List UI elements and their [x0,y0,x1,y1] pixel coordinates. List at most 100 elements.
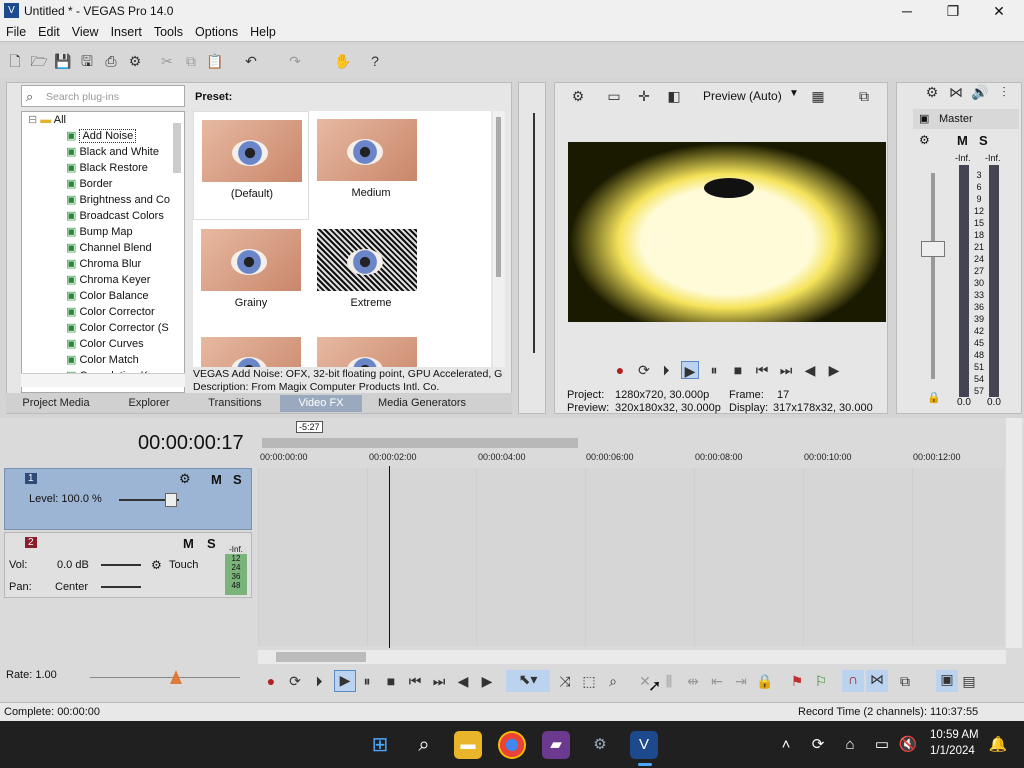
chrome-icon[interactable] [498,731,526,759]
display-icon[interactable]: ▭ [868,731,896,759]
menu-tools[interactable]: Tools [148,22,189,39]
paste-icon[interactable]: 📋 [206,52,224,70]
event-pan-crop-icon[interactable]: ▣ [936,670,958,692]
help-icon[interactable]: ? [366,52,384,70]
timeline-prev-frame-icon[interactable]: ◀ [454,672,472,690]
timeline-go-end-icon[interactable]: ⏭ [430,672,448,690]
next-frame-icon[interactable]: ▶ [825,361,843,379]
timeline-pause-icon[interactable]: ⏸ [358,672,376,690]
settings-gear-icon[interactable]: ⚙ [586,731,614,759]
preset-medium[interactable]: Medium [313,111,429,220]
pause-icon[interactable]: ⏸ [705,361,723,379]
windows-start-icon[interactable]: ⊞ [366,731,394,759]
preset-extreme[interactable]: Extreme [313,221,429,330]
tab-explorer[interactable]: Explorer [106,395,192,412]
new-file-icon[interactable]: 🗋 [6,52,24,70]
master-solo-button[interactable]: S [979,133,988,148]
copy-icon[interactable]: ⧉ [182,52,200,70]
menu-edit[interactable]: Edit [32,22,66,39]
master-mute-button[interactable]: M [957,133,968,148]
track2-solo-button[interactable]: S [207,536,216,551]
track2-vol-slider[interactable] [101,564,141,566]
trim-start-icon[interactable]: ⇤ [708,672,726,690]
clipchamp-icon[interactable]: ▰ [542,731,570,759]
overlay-icon[interactable]: ◧ [665,87,683,105]
track1-solo-button[interactable]: S [233,472,242,487]
mixer-icon[interactable]: ⫶ [995,83,1013,101]
network-icon[interactable]: ⌂ [836,731,864,759]
sync-icon[interactable]: ⟳ [804,731,832,759]
scroll-thumb[interactable] [276,652,366,662]
track2-mute-button[interactable]: M [183,536,194,551]
trim-end-icon[interactable]: ⇥ [732,672,750,690]
external-monitor-icon[interactable]: ▭ [605,87,623,105]
play-from-start-icon[interactable]: ⏵ [657,361,675,379]
track-lanes[interactable] [258,468,1004,646]
plugin-item[interactable]: ▣ Color Match [22,352,184,368]
plugin-item[interactable]: ▣ Broadcast Colors [22,208,184,224]
split-screen-icon[interactable]: ✛ [635,87,653,105]
tree-hscrollbar[interactable] [21,373,185,387]
plugin-item[interactable]: ▣ Chroma Blur [22,256,184,272]
master-settings-gear-icon[interactable]: ⚙ [923,83,941,101]
track2-pan-slider[interactable] [101,586,141,588]
snapping-icon[interactable]: ∩ [842,670,864,692]
timeline-go-start-icon[interactable]: ⏮ [406,672,424,690]
tree-root[interactable]: ⊟ ▬ All [22,112,184,128]
master-fader-handle[interactable] [921,241,945,257]
zoom-tool-icon[interactable]: ⌕ [604,672,622,690]
properties-gear-icon[interactable]: ⚙ [126,52,144,70]
auto-crossfade-icon[interactable]: ⋈ [866,670,888,692]
plugin-item[interactable]: ▣ Color Corrector (S [22,320,184,336]
save-as-icon[interactable]: 🖫 [78,52,96,70]
track1-level-handle[interactable] [165,493,177,507]
timeline-vscrollbar[interactable] [1006,418,1022,648]
menu-options[interactable]: Options [189,22,244,39]
record-icon[interactable]: ● [611,361,629,379]
lock-icon[interactable]: 🔒 [927,391,941,404]
tab-media-generators[interactable]: Media Generators [364,395,480,412]
envelope-tool-icon[interactable]: ⤨ [556,672,574,690]
menu-view[interactable]: View [66,22,105,39]
chevron-up-icon[interactable]: ˄ [772,731,800,759]
maximize-button[interactable]: ❐ [930,0,976,22]
region-icon[interactable]: ⚐ [812,672,830,690]
redo-icon[interactable]: ↷ [286,52,304,70]
stop-icon[interactable]: ■ [729,361,747,379]
timeline-record-icon[interactable]: ● [262,672,280,690]
plugin-search-input[interactable]: ⌕ Search plug-ins [21,85,185,107]
tab-video-fx[interactable]: Video FX [280,395,362,412]
taskbar-search-icon[interactable]: ⌕ [410,731,438,759]
timeline-play-icon[interactable]: ▶ [334,670,356,692]
undo-icon[interactable]: ↶ [242,52,260,70]
clock-time[interactable]: 10:59 AM [930,729,979,741]
speaker-icon[interactable]: 🔊 [971,83,989,101]
vegas-taskbar-icon[interactable]: V [630,731,658,759]
copy-snapshot-icon[interactable]: ⧉ [855,87,873,105]
preview-quality-dropdown[interactable]: Preview (Auto) [703,89,782,103]
preset-scrollbar[interactable] [493,111,505,367]
automation-gear-icon[interactable]: ⚙ [151,558,162,572]
preset-default[interactable]: (Default) [193,111,309,220]
plugin-item[interactable]: ▣ Bump Map [22,224,184,240]
time-ruler[interactable]: 00:00:00:00 00:00:02:00 00:00:04:00 00:0… [258,452,1004,468]
downmix-icon[interactable]: ⋈ [947,83,965,101]
plugin-item[interactable]: ▣ Black and White [22,144,184,160]
split-icon[interactable]: ⇹ [684,672,702,690]
normal-edit-tool-icon[interactable]: ⬉▾ [506,670,550,692]
timeline-stop-icon[interactable]: ■ [382,672,400,690]
plugin-item[interactable]: ▣ Color Balance [22,288,184,304]
plugin-item[interactable]: ▣ Chroma Keyer [22,272,184,288]
track1-mute-button[interactable]: M [211,472,222,487]
plugin-item[interactable]: ▣ Color Curves [22,336,184,352]
plugin-item[interactable]: ▣ Channel Blend [22,240,184,256]
close-button[interactable]: ✕ [976,0,1022,22]
play-icon[interactable]: ▶ [681,361,699,379]
rate-slider[interactable] [90,677,240,678]
loop-region[interactable] [262,438,578,448]
file-explorer-icon[interactable]: ▬ [454,731,482,759]
grid-icon[interactable]: ▦ [809,87,827,105]
video-track-header[interactable]: 1 Level: 100.0 % M S ⚙ [4,468,252,530]
timeline-hscrollbar[interactable] [258,650,1006,664]
scroll-thumb[interactable] [496,117,501,277]
